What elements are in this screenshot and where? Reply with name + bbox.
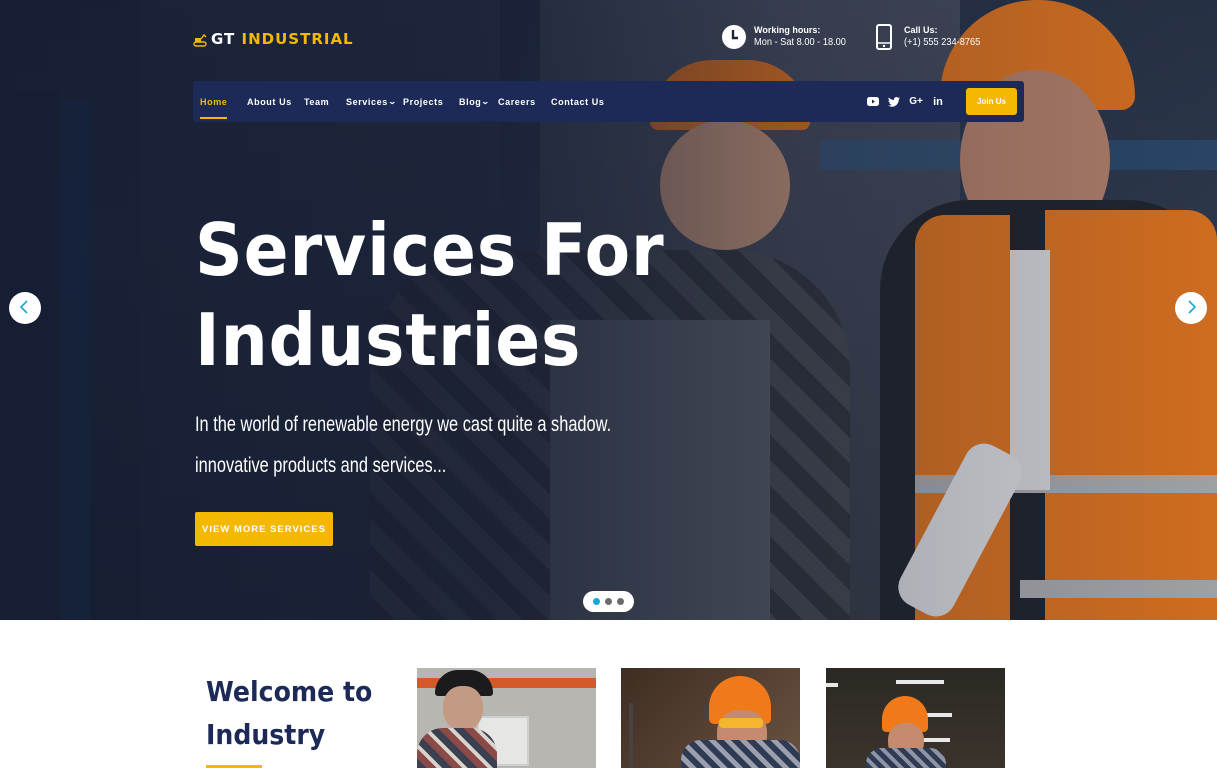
chevron-down-icon: ⌄ bbox=[481, 97, 491, 106]
slider-dot-3[interactable] bbox=[617, 598, 624, 605]
slider-dot-2[interactable] bbox=[605, 598, 612, 605]
chevron-right-icon bbox=[1185, 299, 1197, 318]
nav-about-us[interactable]: About Us bbox=[247, 81, 292, 122]
slider-prev-button[interactable] bbox=[9, 292, 41, 324]
logo-prefix: GT bbox=[211, 30, 236, 48]
hours-value: Mon - Sat 8.00 - 18.00 bbox=[754, 36, 846, 49]
nav-label: Home bbox=[200, 96, 228, 107]
nav-label: Services bbox=[346, 96, 388, 107]
logo-suffix: INDUSTRIAL bbox=[241, 30, 354, 48]
logo-text: GT INDUSTRIAL bbox=[211, 30, 354, 48]
clock-icon bbox=[722, 24, 746, 50]
nav-team[interactable]: Team bbox=[304, 81, 329, 122]
site-logo[interactable]: GT INDUSTRIAL bbox=[193, 30, 354, 48]
hero-title-line1: Services For bbox=[195, 208, 665, 292]
nav-contact-us[interactable]: Contact Us bbox=[551, 81, 605, 122]
welcome-image-3[interactable] bbox=[826, 668, 1005, 768]
nav-projects[interactable]: Projects bbox=[403, 81, 443, 122]
call-label: Call Us: bbox=[904, 24, 938, 35]
slider-dot-1[interactable] bbox=[593, 598, 600, 605]
hero-subtitle-line2: innovative products and services... bbox=[195, 454, 447, 477]
welcome-title: Welcome to Industry bbox=[206, 670, 372, 756]
youtube-icon[interactable] bbox=[866, 81, 880, 122]
welcome-title-line1: Welcome to bbox=[206, 675, 373, 708]
nav-label: Team bbox=[304, 96, 330, 107]
hero-title: Services For Industries bbox=[195, 205, 665, 385]
google-plus-icon[interactable]: G+ bbox=[908, 81, 924, 122]
nav-blog[interactable]: Blog ⌄ bbox=[459, 81, 490, 122]
main-nav: Home About Us Team Services ⌄ Projects Bl… bbox=[193, 81, 1024, 122]
working-hours: Working hours: Mon - Sat 8.00 - 18.00 bbox=[722, 24, 858, 50]
nav-home[interactable]: Home bbox=[200, 81, 228, 122]
hero-subtitle-line1: In the world of renewable energy we cast… bbox=[195, 413, 612, 436]
hero-title-line2: Industries bbox=[195, 298, 582, 382]
phone-icon bbox=[872, 24, 896, 50]
chevron-down-icon: ⌄ bbox=[387, 97, 398, 106]
welcome-image-2[interactable] bbox=[621, 668, 800, 768]
nav-label: Contact Us bbox=[551, 96, 605, 107]
call-value[interactable]: (+1) 555 234-8765 bbox=[904, 36, 980, 49]
nav-careers[interactable]: Careers bbox=[498, 81, 536, 122]
chevron-left-icon bbox=[19, 299, 31, 318]
welcome-image-1[interactable] bbox=[417, 668, 596, 768]
nav-label: About Us bbox=[247, 96, 292, 107]
hours-label: Working hours: bbox=[754, 24, 821, 35]
twitter-icon[interactable] bbox=[887, 81, 901, 122]
slider-pagination bbox=[583, 591, 634, 612]
nav-label: Blog bbox=[459, 96, 482, 107]
nav-label: Projects bbox=[403, 96, 444, 107]
excavator-icon bbox=[193, 32, 207, 47]
view-more-services-button[interactable]: VIEW MORE SERVICES bbox=[195, 512, 333, 546]
nav-services[interactable]: Services ⌄ bbox=[346, 81, 396, 122]
nav-label: Careers bbox=[498, 96, 536, 107]
join-us-button[interactable]: Join Us bbox=[966, 88, 1017, 115]
slider-next-button[interactable] bbox=[1175, 292, 1207, 324]
welcome-title-line2: Industry bbox=[206, 718, 326, 751]
hero-slider: GT INDUSTRIAL Working hours: Mon - Sat 8… bbox=[0, 0, 1217, 620]
call-us: Call Us: (+1) 555 234-8765 bbox=[872, 24, 991, 50]
linkedin-icon[interactable]: in bbox=[931, 81, 945, 122]
